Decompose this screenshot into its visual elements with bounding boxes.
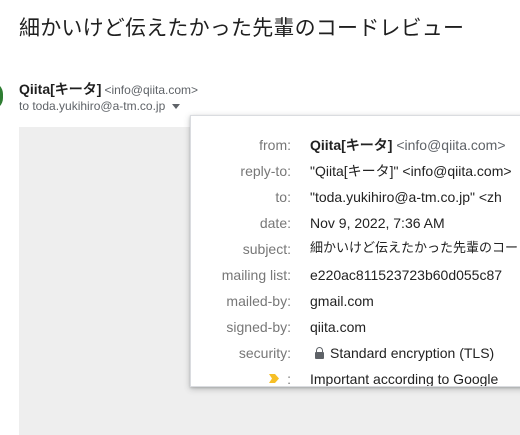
date-value: Nov 9, 2022, 7:36 AM xyxy=(310,215,445,231)
mailing-list-label: mailing list: xyxy=(221,267,291,283)
to-value: "toda.yukihiro@a-tm.co.jp" <zh xyxy=(310,189,502,205)
from-name: Qiita[キータ] xyxy=(310,137,393,153)
importance-value: Important according to Google xyxy=(310,371,499,387)
signed-by-value: qiita.com xyxy=(310,319,367,335)
detail-row-from: from: Qiita[キータ] <info@qiita.com> xyxy=(191,135,520,155)
subject-value: 細かいけど伝えたかった先輩のコードレビュー xyxy=(310,241,520,256)
lock-icon xyxy=(315,347,324,359)
from-label: from: xyxy=(259,137,291,153)
from-value: Qiita[キータ] <info@qiita.com> xyxy=(310,135,506,155)
from-email: <info@qiita.com> xyxy=(396,137,506,153)
email-subject: 細かいけど伝えたかった先輩のコードレビュー xyxy=(19,16,465,40)
chevron-down-icon[interactable] xyxy=(172,104,181,109)
importance-marker-icon xyxy=(269,374,279,383)
signed-by-label: signed-by: xyxy=(226,319,291,335)
sender-line: Qiita[キータ] <info@qiita.com> xyxy=(19,79,198,99)
detail-row-reply-to: reply-to: "Qiita[キータ]" <info@qiita.com> xyxy=(191,161,520,181)
sender-email: <info@qiita.com> xyxy=(104,83,199,97)
importance-label: : xyxy=(287,371,291,387)
detail-row-signed-by: signed-by: qiita.com xyxy=(191,317,520,337)
detail-row-date: date: Nov 9, 2022, 7:36 AM xyxy=(191,213,520,233)
mailed-by-value: gmail.com xyxy=(310,293,374,309)
security-value: Standard encryption (TLS) xyxy=(330,345,495,361)
reply-to-label: reply-to: xyxy=(240,163,291,179)
reply-to-value: "Qiita[キータ]" <info@qiita.com> xyxy=(310,163,512,179)
recipient-text: to toda.yukihiro@a-tm.co.jp xyxy=(19,99,166,113)
mailed-by-label: mailed-by: xyxy=(226,293,291,309)
subject-label: subject: xyxy=(242,241,291,257)
detail-row-to: to: "toda.yukihiro@a-tm.co.jp" <zh xyxy=(191,187,520,207)
date-label: date: xyxy=(259,215,291,231)
security-label: security: xyxy=(238,345,291,361)
recipient-line[interactable]: to toda.yukihiro@a-tm.co.jp xyxy=(19,99,181,113)
security-value-wrap: Standard encryption (TLS) xyxy=(310,343,494,363)
message-details-popup: from: Qiita[キータ] <info@qiita.com> reply-… xyxy=(190,115,520,387)
detail-row-importance: : Important according to Google xyxy=(191,369,520,387)
mailing-list-value: e220ac811523723b60d055c87 xyxy=(310,267,503,283)
detail-row-mailing-list: mailing list: e220ac811523723b60d055c87 xyxy=(191,265,520,285)
sender-avatar[interactable] xyxy=(0,82,3,110)
detail-row-security: security: Standard encryption (TLS) xyxy=(191,343,520,363)
detail-row-subject: subject: 細かいけど伝えたかった先輩のコードレビュー xyxy=(191,239,520,259)
sender-name[interactable]: Qiita[キータ] xyxy=(19,81,101,97)
to-label: to: xyxy=(275,189,291,205)
detail-row-mailed-by: mailed-by: gmail.com xyxy=(191,291,520,311)
